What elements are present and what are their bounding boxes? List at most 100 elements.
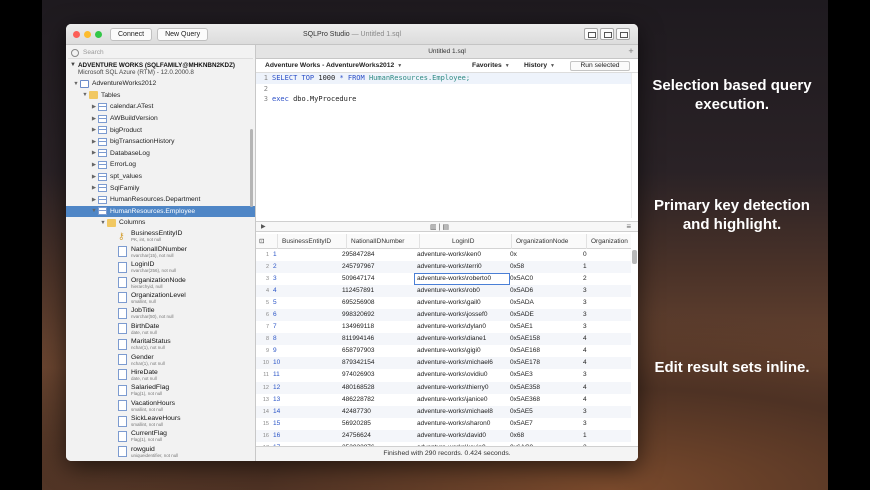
column-node[interactable]: LoginID nvarchar(256), not null xyxy=(66,260,255,275)
column-node[interactable]: OrganizationLevel smallint, null xyxy=(66,290,255,305)
table-cell[interactable]: 4 xyxy=(273,285,277,297)
collapse-icon[interactable]: ▶ xyxy=(90,104,98,110)
table-cell[interactable]: 3 xyxy=(583,297,587,309)
table-cell[interactable]: adventure-works\janice0 xyxy=(417,394,487,406)
table-cell[interactable]: 3 xyxy=(583,418,587,430)
table-cell[interactable]: 3 xyxy=(583,406,587,418)
table-row[interactable]: 1 1 295847284 adventure-works\ken0 0x 0 xyxy=(256,249,631,261)
table-cell[interactable]: 1 xyxy=(583,261,587,273)
table-cell[interactable]: 0x5AE368 xyxy=(510,394,540,406)
column-node[interactable]: ⚷ BusinessEntityID PK, int, not null xyxy=(66,229,255,244)
table-cell[interactable]: 134969118 xyxy=(342,321,374,333)
close-button[interactable] xyxy=(73,30,80,38)
table-cell[interactable]: 1 xyxy=(273,249,277,261)
column-node[interactable]: MaritalStatus nchar(1), not null xyxy=(66,336,255,351)
results-vertical-scrollbar[interactable] xyxy=(632,250,637,264)
collapse-icon[interactable]: ▶ xyxy=(90,162,98,168)
table-cell[interactable]: 0x5AE358 xyxy=(510,382,540,394)
columns-folder[interactable]: ▼ Columns xyxy=(66,217,255,229)
table-cell[interactable]: adventure-works\diane1 xyxy=(417,333,486,345)
table-cell[interactable]: 7 xyxy=(273,321,277,333)
table-cell[interactable]: 3 xyxy=(273,273,277,285)
table-cell[interactable]: 0x58 xyxy=(510,261,524,273)
table-cell[interactable]: 4 xyxy=(583,333,587,345)
table-node[interactable]: ▶ bigProduct xyxy=(66,124,255,136)
column-header[interactable]: NationalIDNumber xyxy=(346,234,404,249)
run-selected-button[interactable]: Run selected xyxy=(570,61,630,71)
table-cell[interactable]: adventure-works\michael6 xyxy=(417,357,493,369)
add-tab-icon[interactable]: + xyxy=(626,46,636,57)
table-node[interactable]: ▼ HumanResources.Employee xyxy=(66,205,255,218)
table-cell[interactable]: 4 xyxy=(583,357,587,369)
table-row[interactable]: 15 15 56920285 adventure-works\sharon0 0x5AE… xyxy=(256,418,631,430)
table-node[interactable]: ▶ spt_values xyxy=(66,171,255,183)
table-row[interactable]: 13 13 486228782 adventure-works\janice0 0x5A… xyxy=(256,394,631,406)
connect-button[interactable]: Connect xyxy=(110,27,153,41)
table-cell[interactable]: 1 xyxy=(583,430,587,442)
column-header[interactable]: Organization xyxy=(586,234,628,249)
sidebar-scrollbar[interactable] xyxy=(250,129,253,207)
table-node[interactable]: ▶ calendar.ATest xyxy=(66,101,255,113)
column-node[interactable]: SickLeaveHours smallint, not null xyxy=(66,413,255,428)
column-header[interactable]: LoginID xyxy=(419,234,474,249)
table-row[interactable]: 10 10 879342154 adventure-works\michael6 0x5… xyxy=(256,357,631,370)
favorites-menu[interactable]: Favorites ▼ xyxy=(472,59,510,73)
table-row[interactable]: 2 2 245797967 adventure-works\terri0 0x58 1 xyxy=(256,261,631,274)
tab-untitled[interactable]: Untitled 1.sql xyxy=(428,48,466,55)
layout-results-icon[interactable] xyxy=(600,28,614,40)
table-cell[interactable]: 5 xyxy=(273,297,277,309)
table-node[interactable]: ▶ DatabaseLog xyxy=(66,148,255,160)
column-header[interactable]: OrganizationNode xyxy=(511,234,568,249)
table-row[interactable]: 9 9 658797903 adventure-works\gigi0 0x5AE168… xyxy=(256,345,631,357)
table-cell[interactable]: 0x5AD6 xyxy=(510,285,533,297)
sidebar-search-input[interactable]: Search xyxy=(68,47,253,59)
table-cell[interactable]: 811994146 xyxy=(342,333,374,345)
table-node[interactable]: ▶ HumanResources.Department xyxy=(66,194,255,206)
table-cell[interactable]: adventure-works\jossef0 xyxy=(417,309,487,321)
table-cell[interactable]: 3 xyxy=(583,321,587,333)
table-cell[interactable]: adventure-works\gigi0 xyxy=(417,345,481,357)
collapse-icon[interactable]: ▶ xyxy=(90,116,98,122)
column-node[interactable]: CurrentFlag Flag(1), not null xyxy=(66,429,255,444)
table-cell[interactable]: 13 xyxy=(273,394,280,406)
table-row[interactable]: 6 6 998320692 adventure-works\jossef0 0x5ADE… xyxy=(256,309,631,322)
layout-sidebar-icon[interactable] xyxy=(584,28,598,40)
table-cell[interactable]: 295847284 xyxy=(342,249,375,261)
table-node[interactable]: ▶ bigTransactionHistory xyxy=(66,136,255,148)
table-cell[interactable]: 3 xyxy=(583,309,587,321)
expand-icon[interactable]: ▼ xyxy=(90,208,98,214)
table-cell[interactable]: 4 xyxy=(583,394,587,406)
table-cell[interactable]: 15 xyxy=(273,418,280,430)
column-node[interactable]: SalariedFlag Flag(1), not null xyxy=(66,383,255,398)
table-cell[interactable]: 3 xyxy=(583,285,587,297)
table-node[interactable]: ▶ SqlFamily xyxy=(66,182,255,194)
column-node[interactable]: JobTitle nvarchar(50), not null xyxy=(66,306,255,321)
column-node[interactable]: Gender nchar(1), not null xyxy=(66,352,255,367)
layout-inspector-icon[interactable] xyxy=(616,28,630,40)
table-cell[interactable]: 56920285 xyxy=(342,418,371,430)
table-cell[interactable]: adventure-works\roberto0 xyxy=(417,273,491,285)
table-cell[interactable]: adventure-works\sharon0 xyxy=(417,418,490,430)
table-cell[interactable]: 2 xyxy=(583,273,587,285)
expand-icon[interactable]: ▼ xyxy=(99,220,107,226)
table-cell[interactable]: adventure-works\ken0 xyxy=(417,249,481,261)
table-cell[interactable]: 0x5AE1 xyxy=(510,321,533,333)
table-cell[interactable]: 2 xyxy=(273,261,277,273)
table-cell[interactable]: 0 xyxy=(583,249,587,261)
table-row[interactable]: 4 4 112457891 adventure-works\rob0 0x5AD6 3 xyxy=(256,285,631,298)
collapse-icon[interactable]: ▶ xyxy=(90,139,98,145)
table-cell[interactable]: 6 xyxy=(273,309,277,321)
table-cell[interactable]: adventure-works\michael8 xyxy=(417,406,493,418)
expand-icon[interactable]: ▼ xyxy=(72,81,80,87)
table-cell[interactable]: 486228782 xyxy=(342,394,375,406)
table-cell[interactable]: 0x5AC0 xyxy=(510,273,533,285)
expand-icon[interactable]: ▼ xyxy=(70,62,78,76)
editor-scrollbar[interactable] xyxy=(631,73,638,218)
tables-folder[interactable]: ▼ Tables xyxy=(66,90,255,102)
table-row[interactable]: 12 12 480168528 adventure-works\thierry0 0x5… xyxy=(256,381,631,394)
table-cell[interactable]: adventure-works\dylan0 xyxy=(417,321,486,333)
table-cell[interactable]: adventure-works\david0 xyxy=(417,430,486,442)
table-cell[interactable]: adventure-works\gail0 xyxy=(417,297,481,309)
collapse-icon[interactable]: ▶ xyxy=(90,185,98,191)
table-cell[interactable]: 0x5AE158 xyxy=(510,333,540,345)
